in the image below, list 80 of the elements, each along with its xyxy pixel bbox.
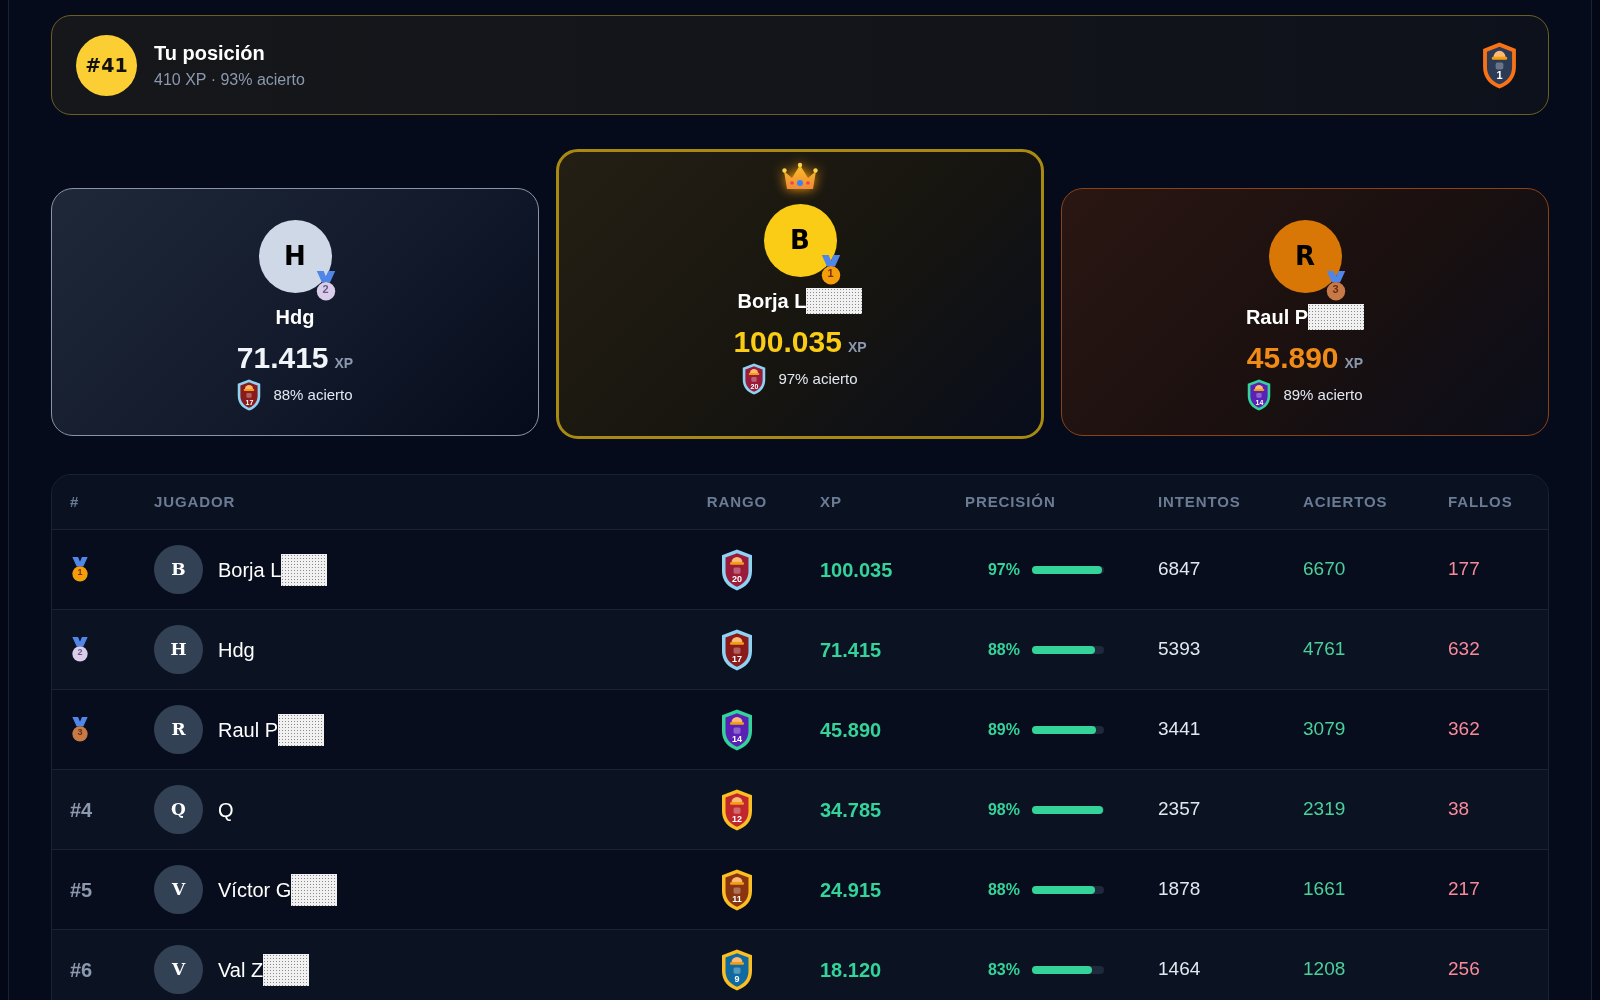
accuracy-text: 89% acierto (1283, 384, 1363, 405)
player-name: Raul P (1245, 307, 1309, 327)
errors-value: 256 (1448, 957, 1481, 982)
correct-value: 2319 (1303, 797, 1347, 822)
errors-value: 177 (1448, 557, 1481, 582)
rank-position: #6 (70, 957, 93, 983)
precision-value: 98% (986, 799, 1020, 820)
player-name: Raul P (218, 717, 279, 743)
precision-value: 83% (986, 959, 1020, 980)
player-name: Hdg (218, 637, 255, 663)
column-header: XP (819, 491, 843, 512)
attempts-value: 1878 (1158, 877, 1202, 902)
attempts-value: 3441 (1158, 717, 1202, 742)
rank-badge: 14 (721, 708, 753, 751)
progress-track (1032, 565, 1104, 574)
precision-value: 88% (986, 879, 1020, 900)
progress-track (1032, 885, 1104, 894)
correct-value: 4761 (1303, 637, 1347, 662)
progress-track (1032, 725, 1104, 734)
errors-value: 38 (1448, 797, 1471, 822)
column-header: ACIERTOS (1303, 491, 1389, 512)
column-header: INTENTOS (1158, 491, 1242, 512)
column-header: RANGO (705, 491, 769, 512)
errors-value: 632 (1448, 637, 1481, 662)
xp-value: 18.120 (820, 958, 882, 981)
avatar: Q (154, 785, 203, 834)
column-header: FALLOS (1448, 491, 1514, 512)
attempts-value: 1464 (1158, 957, 1202, 982)
xp-unit: XP (1344, 354, 1364, 373)
player-name: Víctor G (218, 877, 292, 903)
xp-unit: XP (334, 354, 354, 373)
banner-summary: 410 XP · 93% acierto (154, 69, 305, 90)
rank-badge: 20 (721, 548, 753, 591)
player-name: Q (218, 797, 234, 823)
column-header: PRECISIÓN (965, 491, 1057, 512)
rank-badge: 1 (1482, 41, 1517, 89)
progress-track (1032, 645, 1104, 654)
rank-badge: 12 (721, 788, 753, 831)
xp-value: 24.915 (820, 878, 882, 901)
rank-position: #5 (70, 877, 93, 903)
xp-value: 45.890 (820, 718, 882, 741)
accuracy-text: 88% acierto (273, 384, 353, 405)
player-name: Val Z (218, 957, 264, 983)
avatar: V (154, 945, 203, 994)
avatar: V (154, 865, 203, 914)
progress-track (1032, 805, 1104, 814)
precision-value: 89% (986, 719, 1020, 740)
xp-value: 100.035 (733, 324, 842, 360)
progress-track (1032, 965, 1104, 974)
attempts-value: 2357 (1158, 797, 1202, 822)
player-name: Hdg (275, 307, 315, 327)
rank-badge: 9 (721, 948, 753, 991)
xp-value: 34.785 (820, 798, 882, 821)
correct-value: 3079 (1303, 717, 1347, 742)
attempts-value: 6847 (1158, 557, 1202, 582)
column-header: # (70, 491, 81, 512)
attempts-value: 5393 (1158, 637, 1202, 662)
xp-value: 71.415 (236, 340, 329, 376)
player-name: Borja L (218, 557, 282, 583)
rank-badge: 11 (721, 868, 753, 911)
rank-badge: 17 (721, 628, 753, 671)
errors-value: 217 (1448, 877, 1481, 902)
avatar: B (154, 545, 203, 594)
correct-value: 6670 (1303, 557, 1347, 582)
player-name: Borja L (737, 291, 807, 311)
avatar: R (154, 705, 203, 754)
correct-value: 1661 (1303, 877, 1347, 902)
xp-value: 100.035 (820, 558, 893, 581)
column-header: JUGADOR (154, 491, 237, 512)
accuracy-text: 97% acierto (778, 368, 858, 389)
errors-value: 362 (1448, 717, 1481, 742)
precision-value: 97% (986, 559, 1020, 580)
precision-value: 88% (986, 639, 1020, 660)
avatar: H (154, 625, 203, 674)
rank-position: #4 (70, 797, 93, 823)
banner-title: Tu posición (154, 40, 266, 66)
xp-value: 45.890 (1246, 340, 1339, 376)
xp-unit: XP (847, 338, 867, 357)
correct-value: 1208 (1303, 957, 1347, 982)
xp-value: 71.415 (820, 638, 882, 661)
